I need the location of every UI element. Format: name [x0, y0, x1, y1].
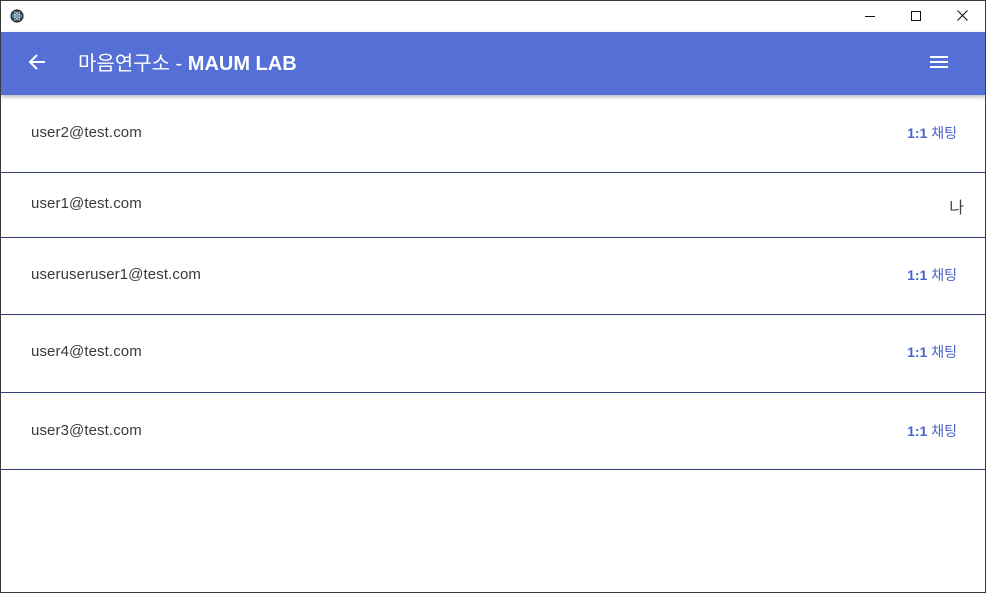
chat-button-label: 채팅 — [927, 267, 957, 283]
chat-button[interactable]: 1:1 채팅 — [907, 342, 957, 362]
user-email: user2@test.com — [31, 124, 142, 141]
chat-button[interactable]: 1:1 채팅 — [907, 421, 957, 441]
chat-button[interactable]: 1:1 채팅 — [907, 123, 957, 143]
user-list: user2@test.com 1:1 채팅 user1@test.com 나 u… — [1, 95, 985, 470]
user-email: user1@test.com — [31, 195, 142, 212]
window-controls — [847, 1, 985, 32]
user-email: user4@test.com — [31, 343, 142, 360]
user-email: useruseruser1@test.com — [31, 266, 201, 283]
maximize-button[interactable] — [893, 1, 939, 32]
user-email: user3@test.com — [31, 422, 142, 439]
close-icon — [956, 8, 968, 26]
page-title: 마음연구소 - MAUM LAB — [78, 51, 297, 77]
minimize-button[interactable] — [847, 1, 893, 32]
list-item[interactable]: user2@test.com 1:1 채팅 — [1, 95, 985, 173]
page-title-brand: MAUM LAB — [187, 53, 297, 75]
list-item[interactable]: user4@test.com 1:1 채팅 — [1, 315, 985, 393]
window-titlebar[interactable] — [1, 1, 985, 32]
close-button[interactable] — [939, 1, 985, 32]
chat-button-num: 1:1 — [907, 344, 928, 360]
chat-button-label: 채팅 — [927, 423, 957, 439]
hamburger-menu-icon — [930, 55, 948, 74]
minimize-icon — [865, 8, 875, 26]
chat-button-num: 1:1 — [907, 267, 928, 283]
page-title-korean: 마음연구소 - — [78, 53, 188, 75]
list-item[interactable]: user1@test.com 나 — [1, 173, 985, 238]
app-bar: 마음연구소 - MAUM LAB — [1, 32, 985, 95]
list-item[interactable]: user3@test.com 1:1 채팅 — [1, 393, 985, 470]
maximize-icon — [911, 8, 921, 26]
list-item[interactable]: useruseruser1@test.com 1:1 채팅 — [1, 238, 985, 315]
electron-atom-icon — [10, 9, 24, 23]
back-button[interactable] — [23, 50, 51, 78]
chat-button-num: 1:1 — [907, 125, 928, 141]
chat-button-label: 채팅 — [927, 344, 957, 360]
chat-button-num: 1:1 — [907, 423, 928, 439]
chat-button-label: 채팅 — [927, 125, 957, 141]
me-label: 나 — [949, 200, 964, 217]
chat-button[interactable]: 1:1 채팅 — [907, 265, 957, 285]
app-window: 마음연구소 - MAUM LAB user2@test.com 1:1 채팅 u… — [0, 0, 986, 593]
arrow-left-icon — [28, 53, 46, 75]
menu-button[interactable] — [927, 52, 951, 76]
